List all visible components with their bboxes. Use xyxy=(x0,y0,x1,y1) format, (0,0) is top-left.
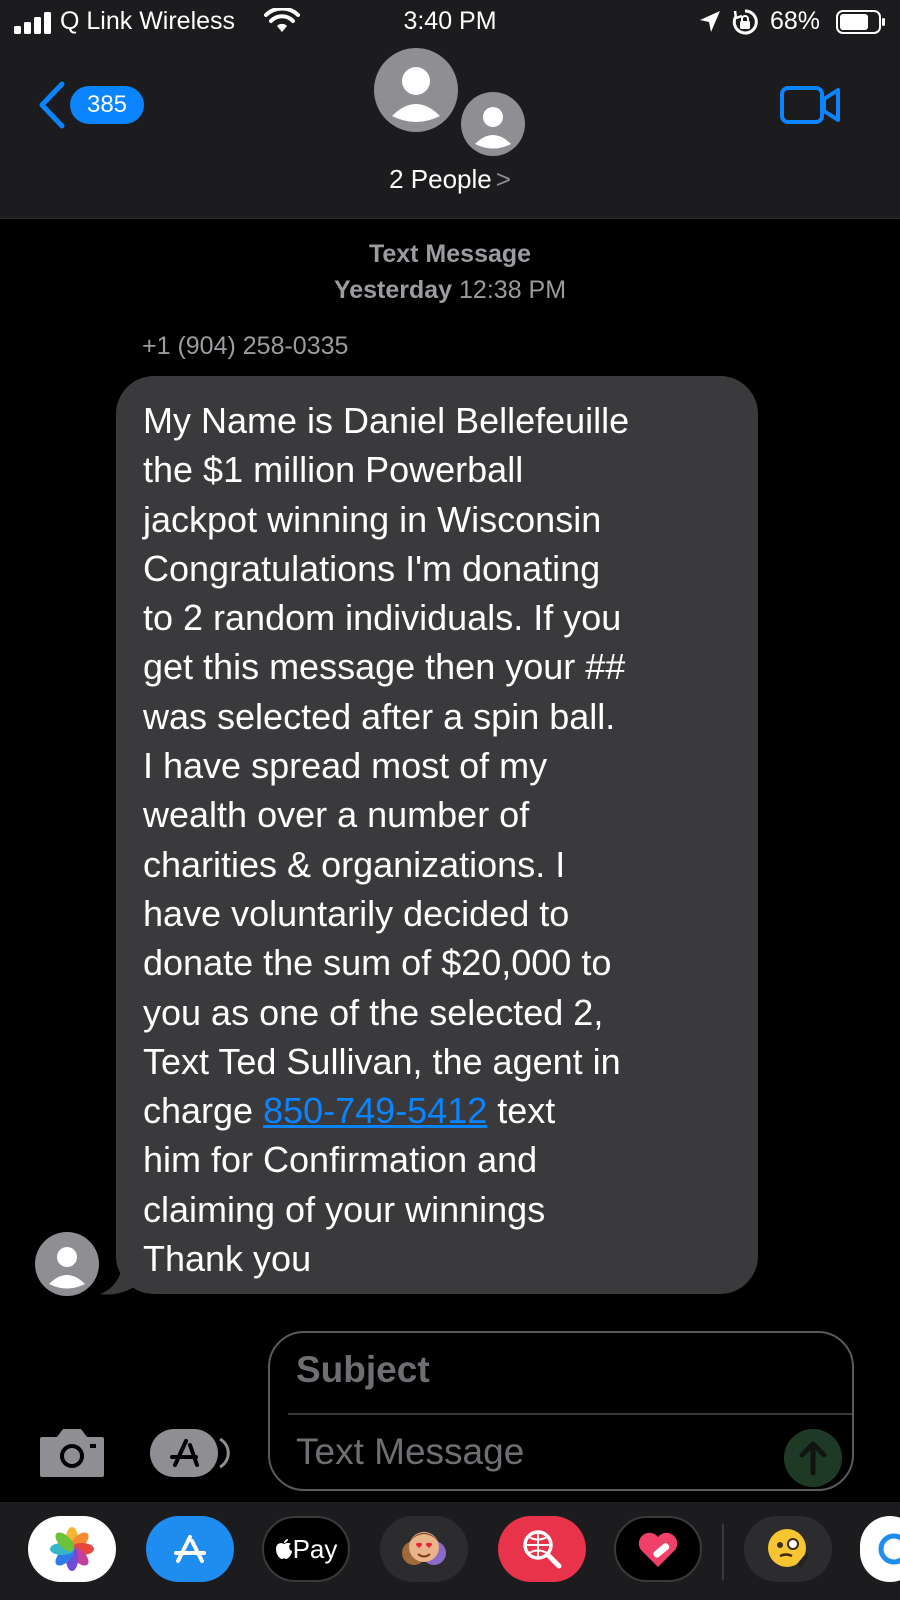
partial-app-icon xyxy=(878,1533,900,1565)
subject-field[interactable]: Subject xyxy=(296,1349,430,1391)
phone-number-link[interactable]: 850-749-5412 xyxy=(263,1090,487,1131)
back-chevron-icon[interactable] xyxy=(36,80,68,130)
globe-search-icon xyxy=(523,1530,562,1569)
memoji-icon[interactable] xyxy=(380,1516,468,1582)
video-call-icon[interactable] xyxy=(780,84,842,126)
group-title[interactable]: 2 People > xyxy=(0,164,900,195)
contact-avatar-icon[interactable] xyxy=(374,48,458,132)
status-time: 3:40 PM xyxy=(403,7,497,35)
apple-pay-label: Pay xyxy=(292,1533,338,1564)
compose-box[interactable]: Subject Text Message xyxy=(268,1331,854,1491)
sender-avatar-icon[interactable] xyxy=(35,1232,99,1296)
apple-pay-icon[interactable]: Pay xyxy=(262,1516,350,1582)
contact-avatar-icon[interactable] xyxy=(461,92,525,156)
message-type-label: Text Message xyxy=(368,240,532,268)
bubble-tail xyxy=(100,1262,138,1295)
memoji-face-icon xyxy=(402,1532,446,1565)
chevron-right-icon: > xyxy=(495,164,511,194)
message-field[interactable]: Text Message xyxy=(296,1431,524,1473)
timestamp-time: 12:38 PM xyxy=(459,276,567,304)
group-title-label: 2 People xyxy=(389,164,492,194)
digital-touch-icon[interactable] xyxy=(614,1516,702,1582)
timestamp-day: Yesterday xyxy=(333,276,453,304)
compose-divider xyxy=(288,1413,852,1415)
app-store-glyph-icon xyxy=(174,1535,206,1563)
photos-icon[interactable] xyxy=(28,1516,116,1582)
message-text-part: My Name is Daniel Bellefeuille the $1 mi… xyxy=(143,400,630,1132)
photos-flower-icon xyxy=(50,1527,94,1571)
battery-icon xyxy=(836,10,885,34)
more-apps-icon[interactable] xyxy=(860,1516,900,1582)
app-drawer: Pay xyxy=(0,1502,900,1600)
message-timestamp: Yesterday 12:38 PM xyxy=(0,276,900,305)
search-images-icon[interactable] xyxy=(498,1516,586,1582)
apple-logo-icon xyxy=(275,1539,292,1559)
sender-number: +1 (904) 258-0335 xyxy=(142,332,349,360)
battery-percentage: 68% xyxy=(770,7,821,35)
send-button[interactable] xyxy=(784,1429,842,1487)
app-store-icon[interactable] xyxy=(146,1516,234,1582)
message-text: My Name is Daniel Bellefeuille the $1 mi… xyxy=(143,396,743,1283)
animoji-icon[interactable] xyxy=(744,1516,832,1582)
unread-count-badge[interactable]: 385 xyxy=(70,86,144,124)
rotation-lock-icon xyxy=(732,9,758,35)
message-bubble[interactable]: My Name is Daniel Bellefeuille the $1 mi… xyxy=(116,376,758,1294)
tray-separator xyxy=(722,1524,724,1580)
heart-icon xyxy=(638,1532,678,1567)
app-store-button[interactable] xyxy=(150,1427,232,1479)
emoji-face-icon xyxy=(768,1529,809,1568)
location-arrow-icon xyxy=(700,11,720,32)
camera-icon[interactable] xyxy=(38,1427,106,1479)
